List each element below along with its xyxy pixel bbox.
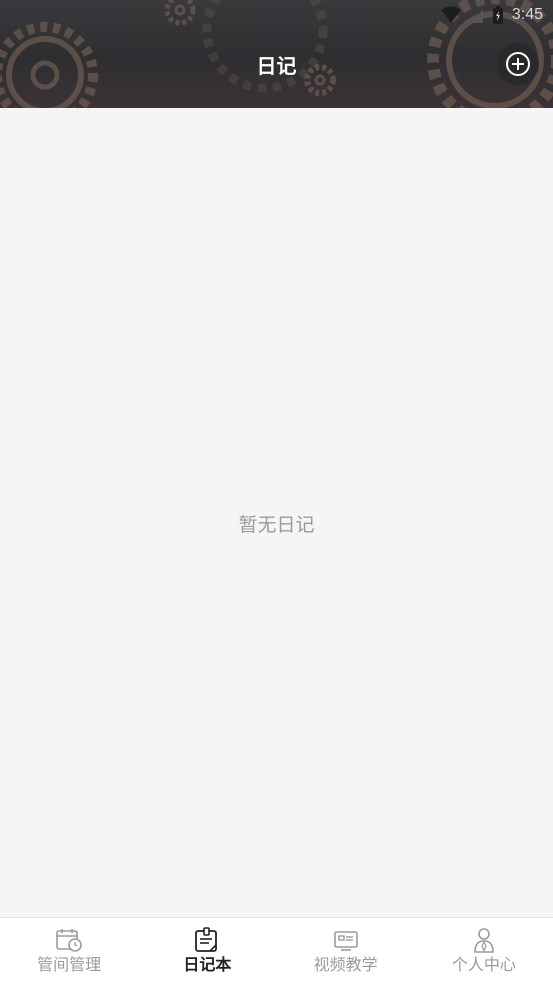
empty-state-text: 暂无日记: [238, 514, 315, 536]
page-title: 日记: [256, 54, 297, 78]
tab-label: 日记本: [183, 955, 232, 974]
header-bar: 3:45 日记: [0, 0, 553, 108]
battery-icon: [492, 6, 503, 24]
calendar-clock-icon: [56, 929, 82, 952]
video-screen-icon: [333, 931, 358, 951]
signal-icon: [470, 9, 483, 23]
person-icon: [474, 928, 494, 953]
tab-label: 视频教学: [313, 955, 378, 974]
bottom-tab-bar: 管间管理 日记本 视频教学 个人中心: [0, 917, 553, 983]
tab-time-management[interactable]: 管间管理: [0, 918, 138, 983]
add-diary-button[interactable]: [497, 43, 539, 85]
status-bar: 3:45: [440, 4, 543, 26]
tab-label: 管间管理: [37, 955, 102, 974]
notebook-icon: [195, 927, 218, 952]
status-time: 3:45: [511, 6, 543, 23]
tab-personal-center[interactable]: 个人中心: [415, 918, 553, 983]
tab-diary[interactable]: 日记本: [138, 918, 276, 983]
plus-circle-icon: [506, 52, 530, 76]
tab-label: 个人中心: [451, 955, 516, 974]
wifi-icon: [440, 6, 461, 23]
tab-video-tutorials[interactable]: 视频教学: [277, 918, 415, 983]
